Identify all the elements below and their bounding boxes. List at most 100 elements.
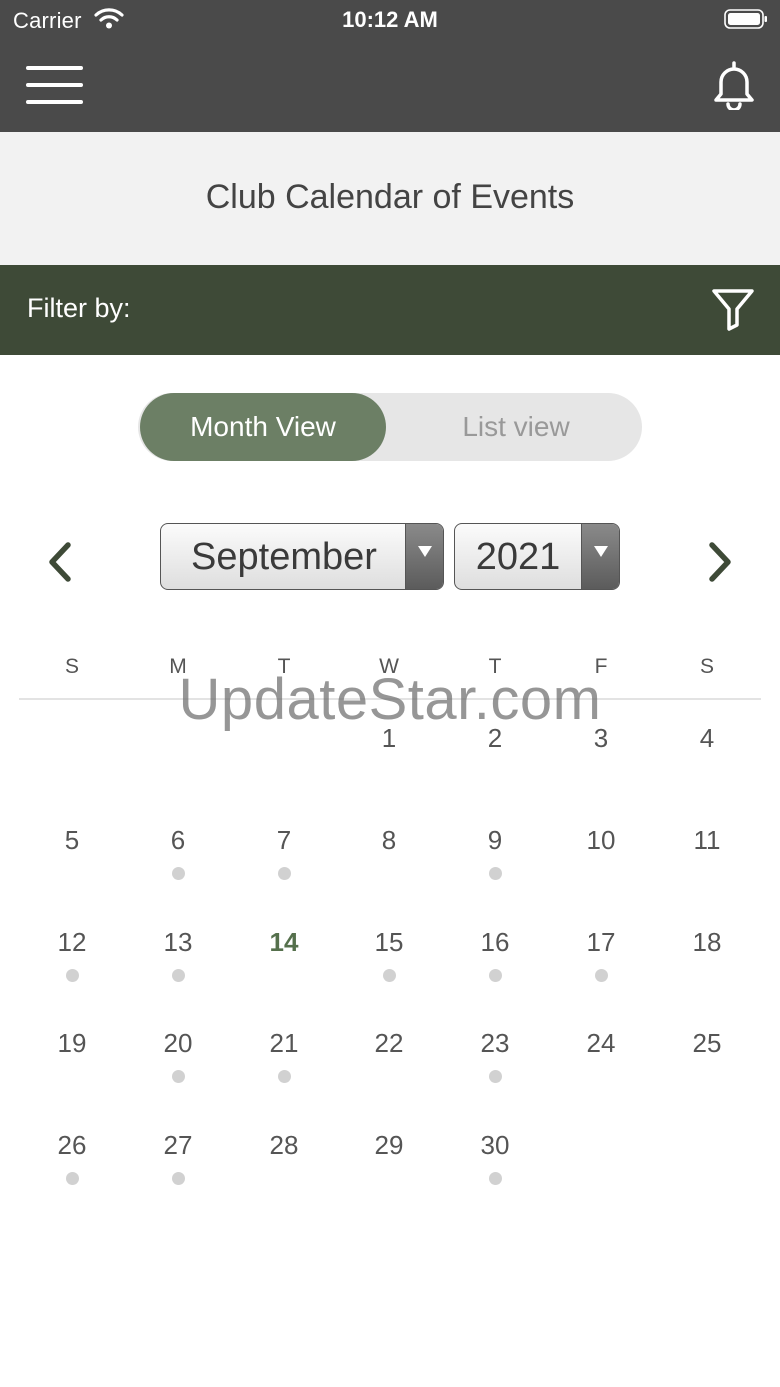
calendar-day-number: 28 bbox=[269, 1130, 299, 1160]
calendar-day-number: 9 bbox=[487, 825, 503, 855]
calendar-day[interactable]: 30 bbox=[442, 1130, 548, 1190]
calendar-day[interactable]: 15 bbox=[336, 927, 442, 987]
calendar-day-number: 30 bbox=[480, 1130, 510, 1160]
year-select[interactable]: 2021 bbox=[454, 523, 620, 590]
weekday-label: W bbox=[379, 655, 399, 678]
year-select-value: 2021 bbox=[475, 536, 561, 578]
event-indicator-dot bbox=[595, 969, 608, 982]
calendar-day-number: 25 bbox=[692, 1028, 722, 1058]
calendar-day[interactable]: 2 bbox=[442, 723, 548, 783]
calendar-day[interactable]: 4 bbox=[654, 723, 760, 783]
calendar-day[interactable]: 6 bbox=[125, 825, 231, 885]
calendar-day[interactable]: 8 bbox=[336, 825, 442, 885]
list-view-tab[interactable]: List view bbox=[394, 393, 638, 461]
calendar-day-number: 4 bbox=[699, 723, 715, 753]
calendar-day[interactable]: 20 bbox=[125, 1028, 231, 1088]
calendar-day-number: 20 bbox=[163, 1028, 193, 1058]
calendar-day[interactable]: 18 bbox=[654, 927, 760, 987]
battery-icon bbox=[724, 9, 767, 29]
calendar-day[interactable]: 26 bbox=[19, 1130, 125, 1190]
event-indicator-dot bbox=[489, 867, 502, 880]
chevron-down-icon bbox=[581, 524, 619, 589]
calendar-day[interactable]: 14 bbox=[231, 927, 337, 987]
calendar-day-number: 13 bbox=[163, 927, 193, 957]
calendar-day-number: 18 bbox=[692, 927, 722, 957]
calendar-day-number: 7 bbox=[276, 825, 292, 855]
calendar-day[interactable]: 5 bbox=[19, 825, 125, 885]
status-bar: Carrier 10:12 AM bbox=[0, 0, 780, 40]
calendar-day-number: 26 bbox=[57, 1130, 87, 1160]
calendar-day-number: 2 bbox=[487, 723, 503, 753]
event-indicator-dot bbox=[66, 969, 79, 982]
calendar-day[interactable]: 3 bbox=[548, 723, 654, 783]
weekday-label: F bbox=[594, 655, 608, 678]
view-toggle: Month View List view bbox=[138, 393, 642, 461]
calendar-day[interactable]: 23 bbox=[442, 1028, 548, 1088]
calendar-day[interactable]: 9 bbox=[442, 825, 548, 885]
calendar-day[interactable]: 13 bbox=[125, 927, 231, 987]
filter-bar[interactable]: Filter by: bbox=[0, 265, 780, 355]
month-select[interactable]: September bbox=[160, 523, 444, 590]
calendar-day[interactable]: 25 bbox=[654, 1028, 760, 1088]
calendar-day[interactable]: 24 bbox=[548, 1028, 654, 1088]
calendar-day-number: 24 bbox=[586, 1028, 616, 1058]
calendar-day-number: 21 bbox=[269, 1028, 299, 1058]
calendar-day-number: 15 bbox=[374, 927, 404, 957]
calendar-day[interactable]: 10 bbox=[548, 825, 654, 885]
event-indicator-dot bbox=[66, 1172, 79, 1185]
calendar-day-number: 8 bbox=[381, 825, 397, 855]
calendar-day[interactable]: 28 bbox=[231, 1130, 337, 1190]
event-indicator-dot bbox=[489, 969, 502, 982]
previous-month-chevron-icon[interactable] bbox=[42, 540, 82, 584]
calendar-day[interactable]: 29 bbox=[336, 1130, 442, 1190]
calendar-day-number: 3 bbox=[593, 723, 609, 753]
status-time: 10:12 AM bbox=[342, 7, 438, 32]
month-view-tab[interactable]: Month View bbox=[140, 393, 386, 461]
calendar-day-number: 6 bbox=[170, 825, 186, 855]
event-indicator-dot bbox=[278, 1070, 291, 1083]
calendar-day-number: 19 bbox=[57, 1028, 87, 1058]
event-indicator-dot bbox=[278, 867, 291, 880]
weekday-label: T bbox=[277, 655, 291, 678]
calendar-day-number: 12 bbox=[57, 927, 87, 957]
event-indicator-dot bbox=[172, 867, 185, 880]
calendar-day[interactable]: 1 bbox=[336, 723, 442, 783]
filter-funnel-icon[interactable] bbox=[711, 287, 755, 333]
calendar-day[interactable]: 7 bbox=[231, 825, 337, 885]
calendar-day-number: 1 bbox=[381, 723, 397, 753]
weekday-label: M bbox=[169, 655, 187, 678]
calendar-day-number: 11 bbox=[693, 825, 721, 855]
event-indicator-dot bbox=[383, 969, 396, 982]
calendar-day[interactable]: 21 bbox=[231, 1028, 337, 1088]
event-indicator-dot bbox=[172, 1172, 185, 1185]
calendar-day-number: 10 bbox=[586, 825, 616, 855]
calendar-day-number: 23 bbox=[480, 1028, 510, 1058]
calendar-day[interactable]: 16 bbox=[442, 927, 548, 987]
hamburger-menu-icon[interactable] bbox=[26, 64, 84, 106]
event-indicator-dot bbox=[489, 1070, 502, 1083]
month-select-value: September bbox=[191, 536, 377, 578]
next-month-chevron-icon[interactable] bbox=[700, 540, 740, 584]
calendar-day-number: 14 bbox=[269, 927, 299, 957]
top-bar: Carrier 10:12 AM bbox=[0, 0, 780, 132]
calendar-day[interactable]: 17 bbox=[548, 927, 654, 987]
calendar-day[interactable]: 11 bbox=[654, 825, 760, 885]
calendar-divider bbox=[19, 698, 761, 700]
calendar-day-number: 22 bbox=[374, 1028, 404, 1058]
event-indicator-dot bbox=[489, 1172, 502, 1185]
event-indicator-dot bbox=[172, 1070, 185, 1083]
calendar-day-number: 29 bbox=[374, 1130, 404, 1160]
chevron-down-icon bbox=[405, 524, 443, 589]
calendar-day-number: 16 bbox=[480, 927, 510, 957]
weekday-label: T bbox=[488, 655, 502, 678]
calendar-day[interactable]: 27 bbox=[125, 1130, 231, 1190]
calendar-day[interactable]: 19 bbox=[19, 1028, 125, 1088]
page-title: Club Calendar of Events bbox=[205, 178, 575, 216]
calendar-day[interactable]: 22 bbox=[336, 1028, 442, 1088]
filter-label: Filter by: bbox=[27, 293, 131, 323]
weekday-label: S bbox=[699, 655, 714, 678]
bell-icon[interactable] bbox=[710, 60, 758, 110]
calendar-day-number: 17 bbox=[586, 927, 616, 957]
calendar-day-number: 5 bbox=[64, 825, 80, 855]
calendar-day[interactable]: 12 bbox=[19, 927, 125, 987]
